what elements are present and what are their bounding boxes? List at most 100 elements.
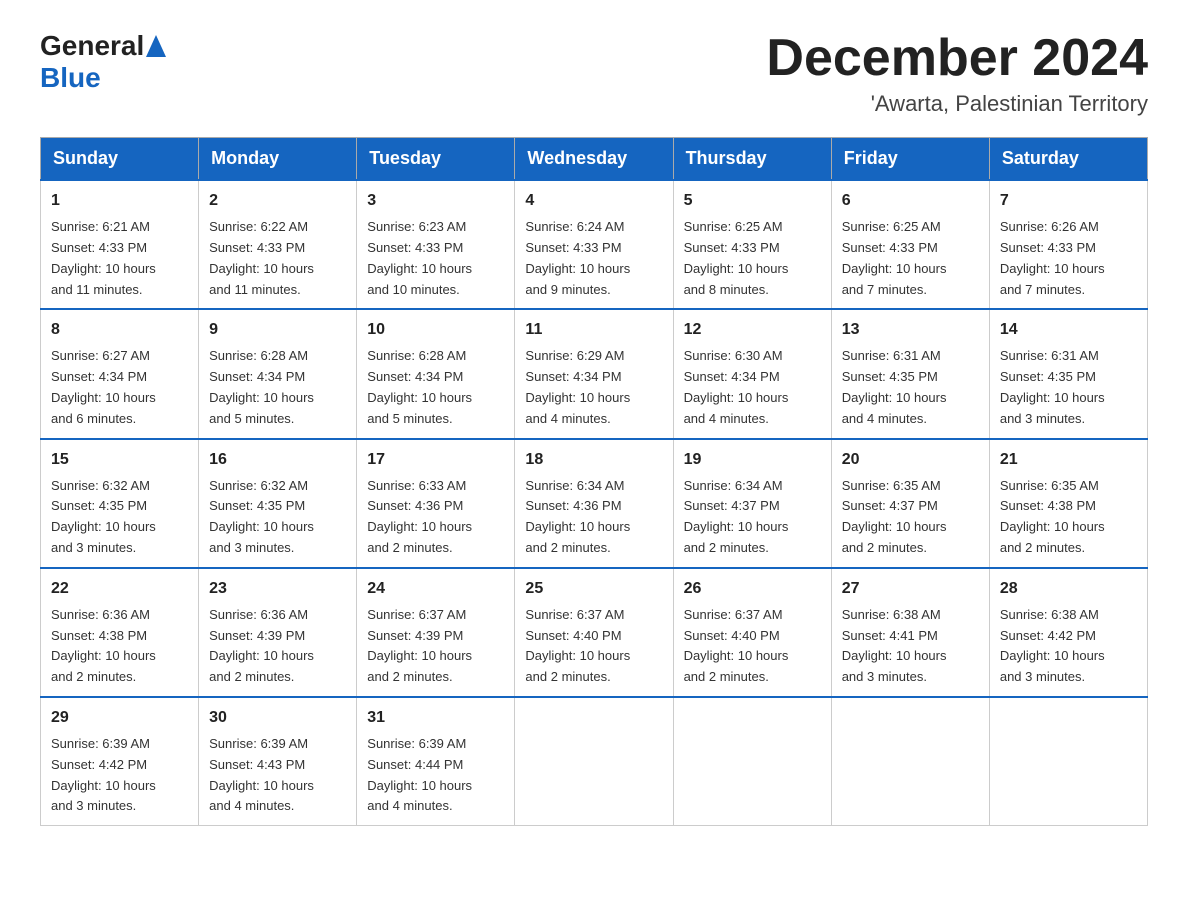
calendar-cell: 18 Sunrise: 6:34 AMSunset: 4:36 PMDaylig… — [515, 439, 673, 568]
calendar-cell: 24 Sunrise: 6:37 AMSunset: 4:39 PMDaylig… — [357, 568, 515, 697]
calendar-cell — [673, 697, 831, 826]
day-number: 21 — [1000, 448, 1137, 472]
calendar-cell: 3 Sunrise: 6:23 AMSunset: 4:33 PMDayligh… — [357, 180, 515, 309]
calendar-cell — [831, 697, 989, 826]
calendar-header-friday: Friday — [831, 138, 989, 181]
day-number: 17 — [367, 448, 504, 472]
calendar-cell: 8 Sunrise: 6:27 AMSunset: 4:34 PMDayligh… — [41, 309, 199, 438]
calendar-cell: 27 Sunrise: 6:38 AMSunset: 4:41 PMDaylig… — [831, 568, 989, 697]
logo-general-text: General — [40, 30, 144, 62]
calendar-cell: 14 Sunrise: 6:31 AMSunset: 4:35 PMDaylig… — [989, 309, 1147, 438]
day-info: Sunrise: 6:34 AMSunset: 4:37 PMDaylight:… — [684, 478, 789, 555]
day-number: 23 — [209, 577, 346, 601]
day-info: Sunrise: 6:36 AMSunset: 4:38 PMDaylight:… — [51, 607, 156, 684]
calendar-header-saturday: Saturday — [989, 138, 1147, 181]
calendar-cell: 15 Sunrise: 6:32 AMSunset: 4:35 PMDaylig… — [41, 439, 199, 568]
day-info: Sunrise: 6:26 AMSunset: 4:33 PMDaylight:… — [1000, 219, 1105, 296]
calendar-cell: 20 Sunrise: 6:35 AMSunset: 4:37 PMDaylig… — [831, 439, 989, 568]
calendar-cell: 13 Sunrise: 6:31 AMSunset: 4:35 PMDaylig… — [831, 309, 989, 438]
day-info: Sunrise: 6:37 AMSunset: 4:39 PMDaylight:… — [367, 607, 472, 684]
calendar-cell: 23 Sunrise: 6:36 AMSunset: 4:39 PMDaylig… — [199, 568, 357, 697]
logo-arrow-icon — [146, 35, 166, 57]
day-info: Sunrise: 6:39 AMSunset: 4:43 PMDaylight:… — [209, 736, 314, 813]
month-title: December 2024 — [766, 30, 1148, 87]
calendar-cell: 12 Sunrise: 6:30 AMSunset: 4:34 PMDaylig… — [673, 309, 831, 438]
day-number: 3 — [367, 189, 504, 213]
day-number: 13 — [842, 318, 979, 342]
day-info: Sunrise: 6:21 AMSunset: 4:33 PMDaylight:… — [51, 219, 156, 296]
day-info: Sunrise: 6:28 AMSunset: 4:34 PMDaylight:… — [367, 348, 472, 425]
day-number: 19 — [684, 448, 821, 472]
day-number: 2 — [209, 189, 346, 213]
calendar-header-thursday: Thursday — [673, 138, 831, 181]
calendar-cell: 1 Sunrise: 6:21 AMSunset: 4:33 PMDayligh… — [41, 180, 199, 309]
calendar-header-sunday: Sunday — [41, 138, 199, 181]
day-number: 18 — [525, 448, 662, 472]
day-info: Sunrise: 6:25 AMSunset: 4:33 PMDaylight:… — [684, 219, 789, 296]
day-number: 5 — [684, 189, 821, 213]
day-info: Sunrise: 6:35 AMSunset: 4:37 PMDaylight:… — [842, 478, 947, 555]
day-info: Sunrise: 6:30 AMSunset: 4:34 PMDaylight:… — [684, 348, 789, 425]
day-number: 7 — [1000, 189, 1137, 213]
day-number: 20 — [842, 448, 979, 472]
calendar-cell: 11 Sunrise: 6:29 AMSunset: 4:34 PMDaylig… — [515, 309, 673, 438]
calendar-week-row: 29 Sunrise: 6:39 AMSunset: 4:42 PMDaylig… — [41, 697, 1148, 826]
calendar-cell: 26 Sunrise: 6:37 AMSunset: 4:40 PMDaylig… — [673, 568, 831, 697]
day-info: Sunrise: 6:34 AMSunset: 4:36 PMDaylight:… — [525, 478, 630, 555]
day-number: 25 — [525, 577, 662, 601]
day-info: Sunrise: 6:31 AMSunset: 4:35 PMDaylight:… — [842, 348, 947, 425]
calendar-header-monday: Monday — [199, 138, 357, 181]
day-number: 9 — [209, 318, 346, 342]
calendar-cell: 28 Sunrise: 6:38 AMSunset: 4:42 PMDaylig… — [989, 568, 1147, 697]
day-info: Sunrise: 6:38 AMSunset: 4:41 PMDaylight:… — [842, 607, 947, 684]
day-number: 4 — [525, 189, 662, 213]
day-info: Sunrise: 6:31 AMSunset: 4:35 PMDaylight:… — [1000, 348, 1105, 425]
day-info: Sunrise: 6:28 AMSunset: 4:34 PMDaylight:… — [209, 348, 314, 425]
day-info: Sunrise: 6:22 AMSunset: 4:33 PMDaylight:… — [209, 219, 314, 296]
calendar-header-row: SundayMondayTuesdayWednesdayThursdayFrid… — [41, 138, 1148, 181]
logo-blue-text: Blue — [40, 62, 101, 93]
day-number: 8 — [51, 318, 188, 342]
day-info: Sunrise: 6:29 AMSunset: 4:34 PMDaylight:… — [525, 348, 630, 425]
location-title: 'Awarta, Palestinian Territory — [766, 91, 1148, 117]
day-number: 11 — [525, 318, 662, 342]
calendar-cell: 4 Sunrise: 6:24 AMSunset: 4:33 PMDayligh… — [515, 180, 673, 309]
calendar-header-tuesday: Tuesday — [357, 138, 515, 181]
calendar-cell: 7 Sunrise: 6:26 AMSunset: 4:33 PMDayligh… — [989, 180, 1147, 309]
day-info: Sunrise: 6:37 AMSunset: 4:40 PMDaylight:… — [525, 607, 630, 684]
day-number: 22 — [51, 577, 188, 601]
day-info: Sunrise: 6:32 AMSunset: 4:35 PMDaylight:… — [51, 478, 156, 555]
day-number: 28 — [1000, 577, 1137, 601]
calendar-week-row: 22 Sunrise: 6:36 AMSunset: 4:38 PMDaylig… — [41, 568, 1148, 697]
day-number: 26 — [684, 577, 821, 601]
day-number: 27 — [842, 577, 979, 601]
day-number: 29 — [51, 706, 188, 730]
day-info: Sunrise: 6:24 AMSunset: 4:33 PMDaylight:… — [525, 219, 630, 296]
calendar-cell: 31 Sunrise: 6:39 AMSunset: 4:44 PMDaylig… — [357, 697, 515, 826]
day-info: Sunrise: 6:23 AMSunset: 4:33 PMDaylight:… — [367, 219, 472, 296]
calendar-cell: 25 Sunrise: 6:37 AMSunset: 4:40 PMDaylig… — [515, 568, 673, 697]
calendar-cell — [989, 697, 1147, 826]
calendar-cell: 6 Sunrise: 6:25 AMSunset: 4:33 PMDayligh… — [831, 180, 989, 309]
day-number: 16 — [209, 448, 346, 472]
day-info: Sunrise: 6:39 AMSunset: 4:44 PMDaylight:… — [367, 736, 472, 813]
calendar-cell: 22 Sunrise: 6:36 AMSunset: 4:38 PMDaylig… — [41, 568, 199, 697]
day-number: 10 — [367, 318, 504, 342]
page-header: General Blue December 2024 'Awarta, Pale… — [40, 30, 1148, 117]
day-info: Sunrise: 6:38 AMSunset: 4:42 PMDaylight:… — [1000, 607, 1105, 684]
day-info: Sunrise: 6:39 AMSunset: 4:42 PMDaylight:… — [51, 736, 156, 813]
day-info: Sunrise: 6:37 AMSunset: 4:40 PMDaylight:… — [684, 607, 789, 684]
calendar-cell: 10 Sunrise: 6:28 AMSunset: 4:34 PMDaylig… — [357, 309, 515, 438]
calendar-week-row: 8 Sunrise: 6:27 AMSunset: 4:34 PMDayligh… — [41, 309, 1148, 438]
calendar-cell — [515, 697, 673, 826]
day-number: 31 — [367, 706, 504, 730]
day-info: Sunrise: 6:36 AMSunset: 4:39 PMDaylight:… — [209, 607, 314, 684]
day-number: 24 — [367, 577, 504, 601]
calendar-cell: 17 Sunrise: 6:33 AMSunset: 4:36 PMDaylig… — [357, 439, 515, 568]
calendar-cell: 19 Sunrise: 6:34 AMSunset: 4:37 PMDaylig… — [673, 439, 831, 568]
header-right: December 2024 'Awarta, Palestinian Terri… — [766, 30, 1148, 117]
day-number: 12 — [684, 318, 821, 342]
calendar-cell: 21 Sunrise: 6:35 AMSunset: 4:38 PMDaylig… — [989, 439, 1147, 568]
calendar-cell: 5 Sunrise: 6:25 AMSunset: 4:33 PMDayligh… — [673, 180, 831, 309]
calendar-cell: 16 Sunrise: 6:32 AMSunset: 4:35 PMDaylig… — [199, 439, 357, 568]
